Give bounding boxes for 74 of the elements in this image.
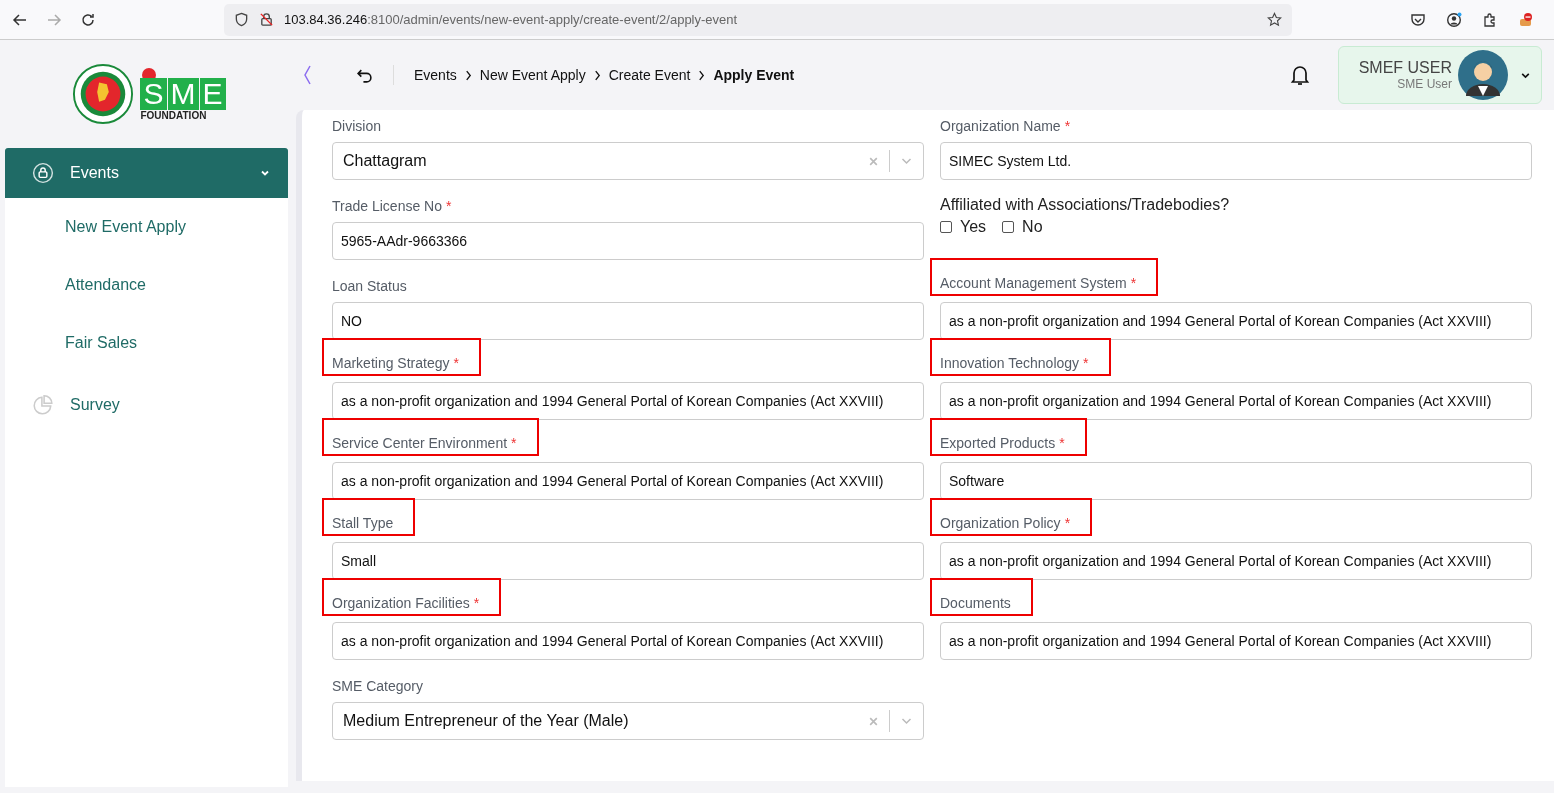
required-mark: * <box>1064 515 1071 531</box>
required-mark: * <box>1059 435 1065 451</box>
logo-caption: FOUNDATION <box>140 109 207 121</box>
field-label: Exported Products * <box>930 418 1087 456</box>
required-mark: * <box>1064 118 1071 134</box>
required-mark: * <box>453 355 459 371</box>
user-role: SME User <box>1397 77 1452 91</box>
logo-letter: S <box>140 77 167 110</box>
avatar-icon <box>1458 50 1508 100</box>
sidebar-item[interactable]: Events <box>5 148 288 198</box>
url-host: 103.84.36.246 <box>284 12 368 27</box>
breadcrumb-link[interactable]: New Event Apply <box>479 67 586 83</box>
field-label: Organization Facilities * <box>322 578 502 616</box>
blocked-extension-icon[interactable] <box>1518 11 1534 28</box>
field-label: Organization Policy * <box>930 498 1093 536</box>
breadcrumb-link[interactable]: Create Event <box>608 67 691 83</box>
field-label: Stall Type <box>322 498 416 536</box>
back-icon[interactable] <box>12 11 28 28</box>
field-label: Division <box>331 117 382 136</box>
input-field[interactable]: Software <box>940 462 1532 500</box>
required-mark: * <box>446 198 452 214</box>
input-field[interactable]: as a non-profit organization and 1994 General Portal of Korean Companies (Act XXVIII) <box>940 622 1532 660</box>
field-label: Trade License No * <box>331 197 453 216</box>
field-label: Loan Status <box>331 277 408 296</box>
sidebar-item[interactable]: Survey <box>5 380 288 430</box>
field-label: SME Category <box>331 677 425 696</box>
shield-icon <box>234 12 249 27</box>
chevron-icon <box>593 69 601 81</box>
field-label: Affiliated with Associations/Tradebodies? <box>939 195 1231 215</box>
collapse-icon[interactable] <box>302 63 312 87</box>
input-field[interactable]: as a non-profit organization and 1994 General Portal of Korean Companies (Act XXVIII) <box>332 622 924 660</box>
checkbox-option[interactable]: No <box>1002 218 1043 236</box>
insecure-lock-icon <box>259 12 274 27</box>
checkbox-option[interactable]: Yes <box>940 218 987 236</box>
input-field[interactable]: as a non-profit organization and 1994 General Portal of Korean Companies (Act XXVIII) <box>940 302 1532 340</box>
chevron-icon <box>464 69 472 81</box>
url-path: :8100/admin/events/new-event-apply/create-event/2/apply-event <box>367 12 738 27</box>
required-mark: * <box>473 595 480 611</box>
field-label: Innovation Technology * <box>930 338 1111 376</box>
logo-letter: E <box>199 77 226 110</box>
input-field[interactable]: 5965-AAdr-9663366 <box>332 222 924 260</box>
user-menu[interactable]: SMEF USER SME User <box>1338 46 1542 104</box>
required-mark: * <box>511 435 517 451</box>
lock-icon <box>32 162 54 184</box>
pocket-icon[interactable] <box>1410 11 1426 28</box>
field-label: Marketing Strategy * <box>322 338 481 376</box>
user-name: SMEF USER <box>1358 59 1452 77</box>
input-field[interactable]: as a non-profit organization and 1994 General Portal of Korean Companies (Act XXVIII) <box>332 382 924 420</box>
sidebar-subitem[interactable]: New Event Apply <box>5 198 288 256</box>
star-icon[interactable] <box>1267 12 1282 27</box>
required-mark: * <box>1130 275 1137 291</box>
field-label: Account Management System * <box>930 258 1159 296</box>
sidebar-subitem[interactable]: Fair Sales <box>5 314 288 372</box>
breadcrumb-link[interactable]: Events <box>414 67 457 83</box>
input-field[interactable]: Small <box>332 542 924 580</box>
account-icon[interactable] <box>1446 11 1462 28</box>
chevron-icon <box>698 69 706 81</box>
pie-chart-icon <box>32 394 54 416</box>
field-label: Documents <box>930 578 1033 616</box>
input-field[interactable]: as a non-profit organization and 1994 General Portal of Korean Companies (Act XXVIII) <box>332 462 924 500</box>
reload-icon[interactable] <box>80 11 96 28</box>
input-field[interactable]: NO <box>332 302 924 340</box>
bell-icon[interactable] <box>1290 64 1310 86</box>
sidebar-subitem[interactable]: Attendance <box>5 256 288 314</box>
required-mark: * <box>1083 355 1089 371</box>
input-field[interactable]: as a non-profit organization and 1994 General Portal of Korean Companies (Act XXVIII) <box>940 382 1532 420</box>
input-field[interactable]: as a non-profit organization and 1994 General Portal of Korean Companies (Act XXVIII) <box>940 542 1532 580</box>
extensions-icon[interactable] <box>1482 11 1498 28</box>
logo-letter: M <box>167 77 199 110</box>
field-label: Service Center Environment * <box>322 418 539 456</box>
field-label: Organization Name * <box>939 117 1072 136</box>
address-bar[interactable]: 103.84.36.246:8100/admin/events/new-event-apply/create-event/2/apply-event <box>224 3 1292 36</box>
input-field[interactable]: SIMEC System Ltd. <box>940 142 1532 180</box>
emblem-logo-icon <box>72 63 135 125</box>
